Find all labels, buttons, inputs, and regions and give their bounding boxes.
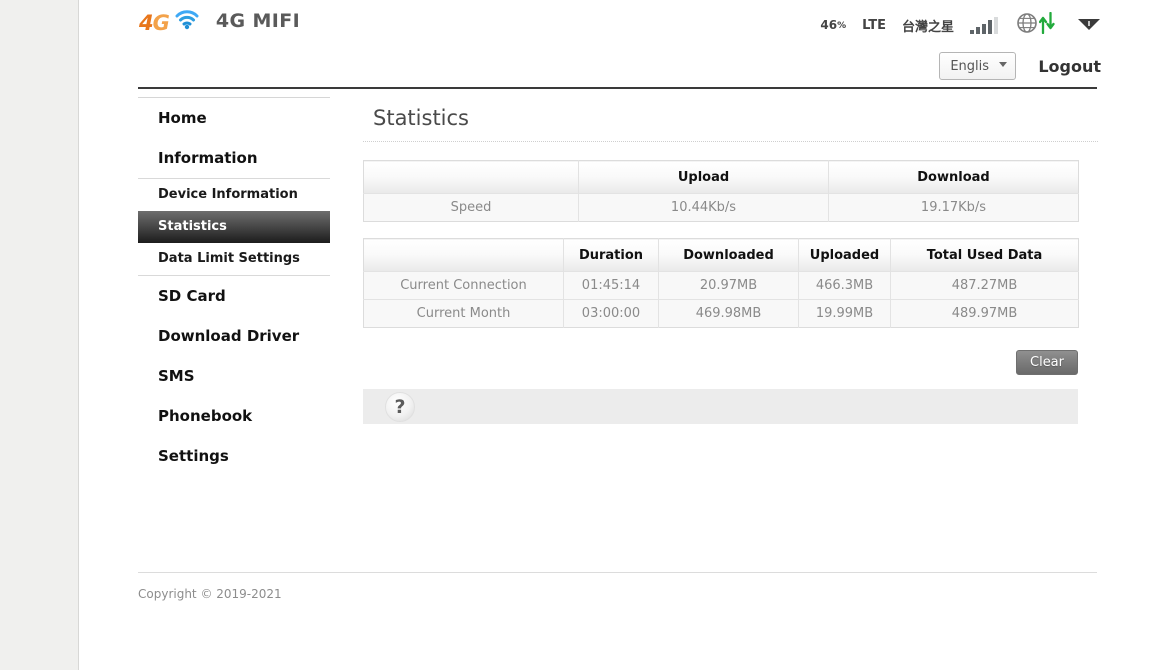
usage-total-current-month: 489.97MB	[890, 299, 1079, 328]
usage-uploaded-current-connection: 466.3MB	[798, 271, 891, 300]
sidebar-item-device-information[interactable]: Device Information	[138, 179, 330, 211]
speed-upload-value: 10.44Kb/s	[578, 193, 829, 222]
action-row: Clear	[363, 350, 1078, 375]
wifi-icon	[175, 10, 199, 34]
usage-duration-current-connection: 01:45:14	[563, 271, 659, 300]
sidebar-item-settings[interactable]: Settings	[138, 436, 330, 476]
language-select[interactable]: English	[939, 52, 1017, 80]
sidebar-item-download-driver[interactable]: Download Driver	[138, 316, 330, 356]
usage-uploaded-current-month: 19.99MB	[798, 299, 891, 328]
usage-row-label-current-month: Current Month	[363, 299, 564, 328]
main-panel: Statistics Upload Download Speed 10.44Kb…	[363, 97, 1098, 424]
page-header: 4G 4G MIFI 46% LTE 台灣之星 English Logout	[79, 0, 1153, 89]
usage-th-downloaded: Downloaded	[658, 238, 799, 272]
usage-total-current-connection: 487.27MB	[890, 271, 1079, 300]
usage-th-blank	[363, 238, 564, 272]
globe-icon	[1016, 12, 1038, 38]
copyright-text: Copyright © 2019-2021	[138, 587, 282, 601]
usage-duration-current-month: 03:00:00	[563, 299, 659, 328]
usage-th-total-used-data: Total Used Data	[890, 238, 1079, 272]
table-row: Speed 10.44Kb/s 19.17Kb/s	[363, 193, 1079, 222]
speed-row-label: Speed	[363, 193, 579, 222]
usage-table: Duration Downloaded Uploaded Total Used …	[363, 238, 1079, 328]
page-title: Statistics	[373, 106, 469, 130]
title-divider	[363, 141, 1098, 142]
usage-row-label-current-connection: Current Connection	[363, 271, 564, 300]
connection-status-group	[1016, 11, 1055, 38]
carrier-label: 台灣之星	[901, 19, 954, 35]
status-bar: 46% LTE 台灣之星	[820, 11, 1101, 38]
table-row: Current Connection 01:45:14 20.97MB 466.…	[363, 271, 1079, 300]
speed-th-download: Download	[828, 160, 1079, 194]
sidebar-item-data-limit-settings[interactable]: Data Limit Settings	[138, 243, 330, 275]
content-area: Home Information Device Information Stat…	[79, 88, 1153, 465]
table-header-row: Upload Download	[363, 160, 1079, 194]
table-header-row: Duration Downloaded Uploaded Total Used …	[363, 238, 1079, 272]
header-tools: English Logout	[939, 52, 1101, 80]
language-selector-wrapper[interactable]: English	[939, 52, 1017, 80]
speed-th-blank	[363, 160, 579, 194]
speed-download-value: 19.17Kb/s	[828, 193, 1079, 222]
signal-bars-icon	[970, 16, 998, 34]
logout-button[interactable]: Logout	[1038, 57, 1101, 76]
sidebar-item-sms[interactable]: SMS	[138, 356, 330, 396]
sidebar-item-phonebook[interactable]: Phonebook	[138, 396, 330, 436]
sidebar-subgroup-information: Device Information Statistics Data Limit…	[138, 178, 330, 276]
page-footer: Copyright © 2019-2021	[138, 572, 1097, 601]
sidebar-nav: Home Information Device Information Stat…	[138, 97, 330, 476]
network-type-label: LTE	[862, 17, 886, 33]
sidebar-item-home[interactable]: Home	[138, 98, 330, 138]
sidebar-item-information[interactable]: Information	[138, 138, 330, 178]
speed-th-upload: Upload	[578, 160, 829, 194]
usage-downloaded-current-connection: 20.97MB	[658, 271, 799, 300]
battery-percent: 46%	[820, 18, 847, 32]
sidebar-item-sd-card[interactable]: SD Card	[138, 276, 330, 316]
sidebar-item-statistics[interactable]: Statistics	[138, 211, 330, 243]
usage-downloaded-current-month: 469.98MB	[658, 299, 799, 328]
logo-4g-icon: 4G	[139, 10, 170, 35]
brand-title: 4G MIFI	[215, 10, 301, 32]
wifi-signal-icon	[1077, 13, 1101, 37]
clear-button[interactable]: Clear	[1016, 350, 1078, 375]
page-container: 4G 4G MIFI 46% LTE 台灣之星 English Logout H…	[78, 0, 1153, 670]
help-question-icon[interactable]: ?	[385, 391, 415, 422]
table-row: Current Month 03:00:00 469.98MB 19.99MB …	[363, 299, 1079, 328]
usage-th-uploaded: Uploaded	[798, 238, 891, 272]
help-bar: ?	[363, 389, 1078, 424]
usage-th-duration: Duration	[563, 238, 659, 272]
speed-table: Upload Download Speed 10.44Kb/s 19.17Kb/…	[363, 160, 1079, 222]
upload-download-arrows-icon	[1038, 11, 1055, 38]
brand: 4G 4G MIFI	[139, 8, 300, 34]
